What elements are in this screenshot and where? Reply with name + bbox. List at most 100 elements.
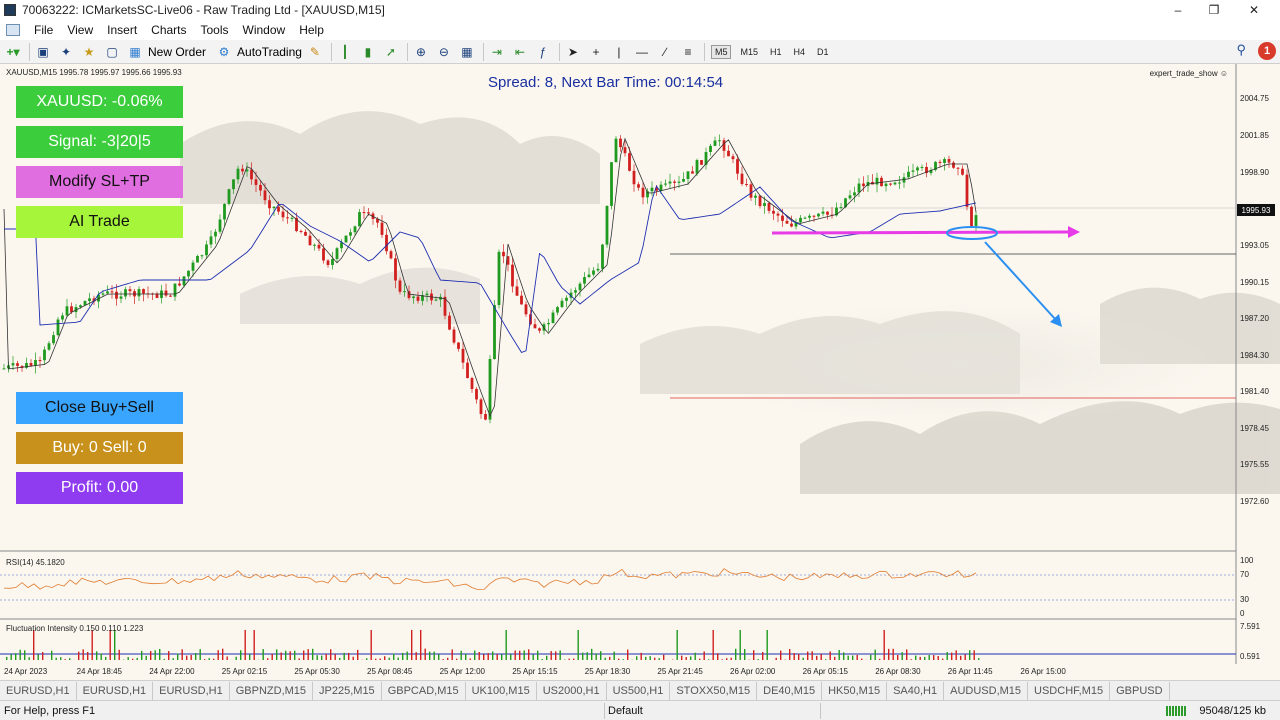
channel-icon[interactable]: ≡ [678, 42, 698, 62]
candle-body [308, 235, 312, 246]
fi-bar [213, 658, 215, 660]
restore-button[interactable]: ❐ [1196, 0, 1232, 20]
candle-body [920, 166, 924, 168]
chart-tab[interactable]: UK100,M15 [466, 681, 537, 700]
fluctuation-intensity-label: Fluctuation Intensity 0.150 0.110 1.223 [6, 624, 144, 633]
timeframe-d1[interactable]: D1 [814, 46, 832, 58]
candle-body [70, 306, 73, 313]
chart-tab[interactable]: EURUSD,H1 [77, 681, 154, 700]
chart-tab[interactable]: EURUSD,H1 [153, 681, 230, 700]
chart-window[interactable]: XAUUSD,M15 1995.78 1995.97 1995.66 1995.… [0, 64, 1280, 680]
timeframe-m5[interactable]: M5 [710, 44, 732, 59]
chart-shift-icon[interactable]: ⇤ [510, 42, 530, 62]
fi-bar [60, 657, 62, 660]
new-order-button[interactable]: New Order [148, 45, 206, 59]
close-buy-sell-button[interactable]: Close Buy+Sell [16, 392, 183, 424]
chart-tab[interactable]: USDCHF,M15 [1028, 681, 1111, 700]
fi-bar [600, 651, 602, 660]
chart-tabs: EURUSD,H1 EURUSD,H1 EURUSD,H1 GBPNZD,M15 JP2… [0, 680, 1280, 700]
fi-bar [955, 650, 957, 660]
price-tick: 1975.55 [1240, 460, 1269, 469]
navigator-icon[interactable]: ✦ [56, 42, 76, 62]
new-order-icon[interactable]: ▦ [125, 42, 145, 62]
chart-tab[interactable]: DE40,M15 [757, 681, 823, 700]
chart-tab[interactable]: GBPUSD [1110, 681, 1170, 700]
horizontal-line-icon[interactable]: — [632, 42, 652, 62]
chart-tab[interactable]: GBPCAD,M15 [382, 681, 466, 700]
candle-body [61, 315, 64, 320]
candle-body [124, 289, 127, 297]
expert-advisor-label[interactable]: expert_trade_show ☺ [1150, 69, 1228, 78]
crosshair-icon[interactable]: + [586, 42, 606, 62]
zoom-in-icon[interactable]: ⊕ [411, 42, 431, 62]
candle-body [817, 213, 820, 217]
candle-body [493, 305, 496, 360]
search-icon[interactable]: ⚲ [1236, 42, 1246, 58]
trendline-icon[interactable]: ∕ [655, 42, 675, 62]
candle-body [592, 270, 595, 275]
close-button[interactable]: ✕ [1236, 0, 1272, 20]
chart-tab[interactable]: GBPNZD,M15 [230, 681, 314, 700]
time-tick: 25 Apr 18:30 [584, 667, 631, 676]
signal-button[interactable]: Signal: -3|20|5 [16, 126, 183, 158]
timeframe-h1[interactable]: H1 [767, 46, 785, 58]
fi-bar [433, 651, 435, 660]
status-profile[interactable]: Default [608, 705, 643, 717]
terminal-icon[interactable]: ▢ [102, 42, 122, 62]
candle-body [722, 140, 726, 151]
chart-tab[interactable]: US2000,H1 [537, 681, 607, 700]
fi-bar [577, 630, 579, 660]
bar-chart-icon[interactable]: ┃ [335, 42, 355, 62]
data-window-icon[interactable]: ★ [79, 42, 99, 62]
symbol-change-button[interactable]: XAUUSD: -0.06% [16, 86, 183, 118]
menu-window[interactable]: Window [243, 23, 286, 37]
autotrading-button[interactable]: AutoTrading [237, 45, 302, 59]
chart-tab[interactable]: JP225,M15 [313, 681, 382, 700]
chart-tab[interactable]: SA40,H1 [887, 681, 945, 700]
notification-badge[interactable]: 1 [1258, 42, 1276, 60]
autoscroll-icon[interactable]: ⇥ [487, 42, 507, 62]
candle-body [659, 184, 663, 191]
timeframe-h4[interactable]: H4 [791, 46, 809, 58]
ai-trade-button[interactable]: AI Trade [16, 206, 183, 238]
minimize-button[interactable]: – [1160, 0, 1196, 20]
candle-body [938, 161, 942, 163]
menu-tools[interactable]: Tools [201, 23, 229, 37]
timeframe-m15[interactable]: M15 [737, 46, 761, 58]
fi-bar [919, 656, 921, 660]
candle-body [115, 291, 118, 299]
chart-window-icon[interactable] [6, 24, 20, 36]
menu-charts[interactable]: Charts [151, 23, 186, 37]
modify-sl-tp-button[interactable]: Modify SL+TP [16, 166, 183, 198]
candle-body [560, 300, 564, 308]
line-chart-icon[interactable]: ➚ [381, 42, 401, 62]
new-chart-icon[interactable]: +▾ [3, 42, 23, 62]
fi-bar [334, 654, 336, 660]
metaeditor-icon[interactable]: ✎ [305, 42, 325, 62]
fi-bar [478, 652, 480, 660]
vertical-line-icon[interactable]: | [609, 42, 629, 62]
tile-windows-icon[interactable]: ▦ [457, 42, 477, 62]
candle-body [335, 248, 339, 260]
menu-view[interactable]: View [67, 23, 93, 37]
chart-tab[interactable]: EURUSD,H1 [0, 681, 77, 700]
market-watch-icon[interactable]: ▣ [33, 42, 53, 62]
cursor-icon[interactable]: ➤ [563, 42, 583, 62]
chart-tab[interactable]: STOXX50,M15 [670, 681, 758, 700]
chart-tab[interactable]: AUDUSD,M15 [944, 681, 1029, 700]
zoom-out-icon[interactable]: ⊖ [434, 42, 454, 62]
candle-body [232, 179, 235, 190]
fi-bar [199, 649, 201, 660]
autotrading-icon[interactable]: ⚙ [214, 42, 234, 62]
candle-body [520, 295, 523, 305]
indicators-icon[interactable]: ƒ [533, 42, 553, 62]
menu-help[interactable]: Help [299, 23, 324, 37]
fi-bar [316, 655, 318, 660]
window-title: 70063222: ICMarketsSC-Live06 - Raw Tradi… [22, 3, 385, 17]
candlestick-icon[interactable]: ▮ [358, 42, 378, 62]
menu-insert[interactable]: Insert [107, 23, 137, 37]
price-chart[interactable] [0, 64, 1280, 680]
chart-tab[interactable]: HK50,M15 [822, 681, 888, 700]
menu-file[interactable]: File [34, 23, 53, 37]
chart-tab[interactable]: US500,H1 [607, 681, 671, 700]
